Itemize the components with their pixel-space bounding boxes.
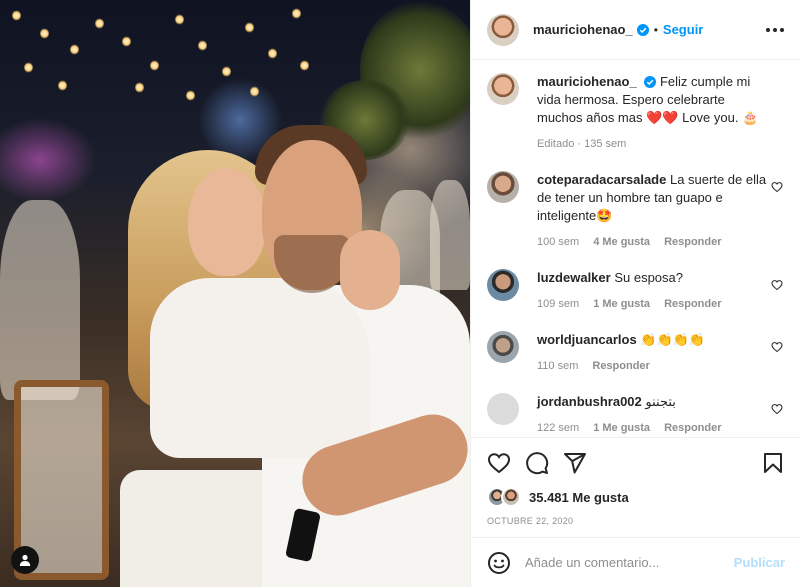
background-guest [430,180,470,290]
post-actions: 35.481 Me gusta OCTUBRE 22, 2020 [471,437,800,537]
emoji-icon [488,551,510,574]
bookmark-icon [764,453,782,473]
comment-input[interactable] [525,555,734,570]
post-header: mauriciohenao_ • Seguir [471,0,800,60]
verified-badge-icon [644,76,657,88]
heart-icon[interactable] [771,279,783,291]
woman-skirt [120,470,280,587]
comment-likes[interactable]: 4 Me gusta [593,233,650,251]
comment-button[interactable] [525,451,549,475]
user-tag-icon [19,554,31,566]
caption-username[interactable]: mauriciohenao_ [537,74,637,89]
commenter-avatar[interactable] [487,331,519,363]
comment-likes[interactable]: 1 Me gusta [593,295,650,313]
author-avatar[interactable] [487,13,519,46]
woman-dress [150,278,370,458]
liker-avatars[interactable] [487,487,523,507]
heart-icon [487,453,511,474]
comment-text: بتجننو [645,394,676,409]
woman-face [188,168,266,276]
reply-button[interactable]: Responder [664,233,721,251]
follow-button[interactable]: Seguir [663,22,703,37]
comment-time: 122 sem [537,422,580,434]
publish-button[interactable]: Publicar [734,555,785,570]
more-options-icon[interactable] [766,27,784,32]
heart-icon[interactable] [771,341,783,353]
list-item: jordanbushra002 بتجننو 122 sem 1 Me gust… [487,393,785,437]
reply-button[interactable]: Responder [592,357,649,375]
heart-icon[interactable] [771,181,783,193]
reply-button[interactable]: Responder [664,295,721,313]
caption: mauriciohenao_ Feliz cumple mi vida herm… [487,73,785,153]
list-item: coteparadacarsalade La suerte de ella de… [487,171,785,251]
commenter-avatar[interactable] [487,171,519,203]
separator-dot: • [653,22,658,37]
emoji-button[interactable] [487,551,511,575]
verified-badge-icon [636,23,649,36]
background-guest [0,200,80,400]
heart-icon[interactable] [771,403,783,415]
like-button[interactable] [487,451,511,475]
share-icon [564,453,586,474]
comment-text: Su esposa? [614,270,683,285]
comment-time: 110 sem [537,360,579,372]
comment-username[interactable]: coteparadacarsalade [537,172,666,187]
woman-hand [340,230,400,310]
likes-count[interactable]: 35.481 Me gusta [529,490,629,505]
reply-button[interactable]: Responder [664,419,721,437]
post-side-panel: mauriciohenao_ • Seguir mauriciohenao_ F… [470,0,800,587]
save-button[interactable] [761,451,785,475]
comment-composer: Publicar [471,537,800,587]
commenter-avatar[interactable] [487,269,519,301]
share-button[interactable] [563,451,587,475]
comment-username[interactable]: jordanbushra002 [537,394,642,409]
author-username[interactable]: mauriciohenao_ [533,22,633,37]
comment-time: 109 sem [537,298,580,310]
author-avatar[interactable] [487,73,519,105]
comment-likes[interactable]: 1 Me gusta [593,419,650,437]
comment-icon [526,452,549,475]
commenter-avatar[interactable] [487,393,519,425]
caption-meta: Editado · 135 sem [537,138,627,150]
comments-list[interactable]: mauriciohenao_ Feliz cumple mi vida herm… [471,61,800,437]
comment-username[interactable]: luzdewalker [537,270,611,285]
list-item: worldjuancarlos 👏👏👏👏 110 sem Responder [487,331,785,375]
post-date: OCTUBRE 22, 2020 [487,516,574,526]
comment-username[interactable]: worldjuancarlos [537,332,637,347]
post-photo[interactable] [0,0,470,587]
tagged-users-button[interactable] [11,546,39,574]
comment-time: 100 sem [537,236,580,248]
list-item: luzdewalker Su esposa? 109 sem 1 Me gust… [487,269,785,313]
comment-text: 👏👏👏👏 [640,332,706,347]
